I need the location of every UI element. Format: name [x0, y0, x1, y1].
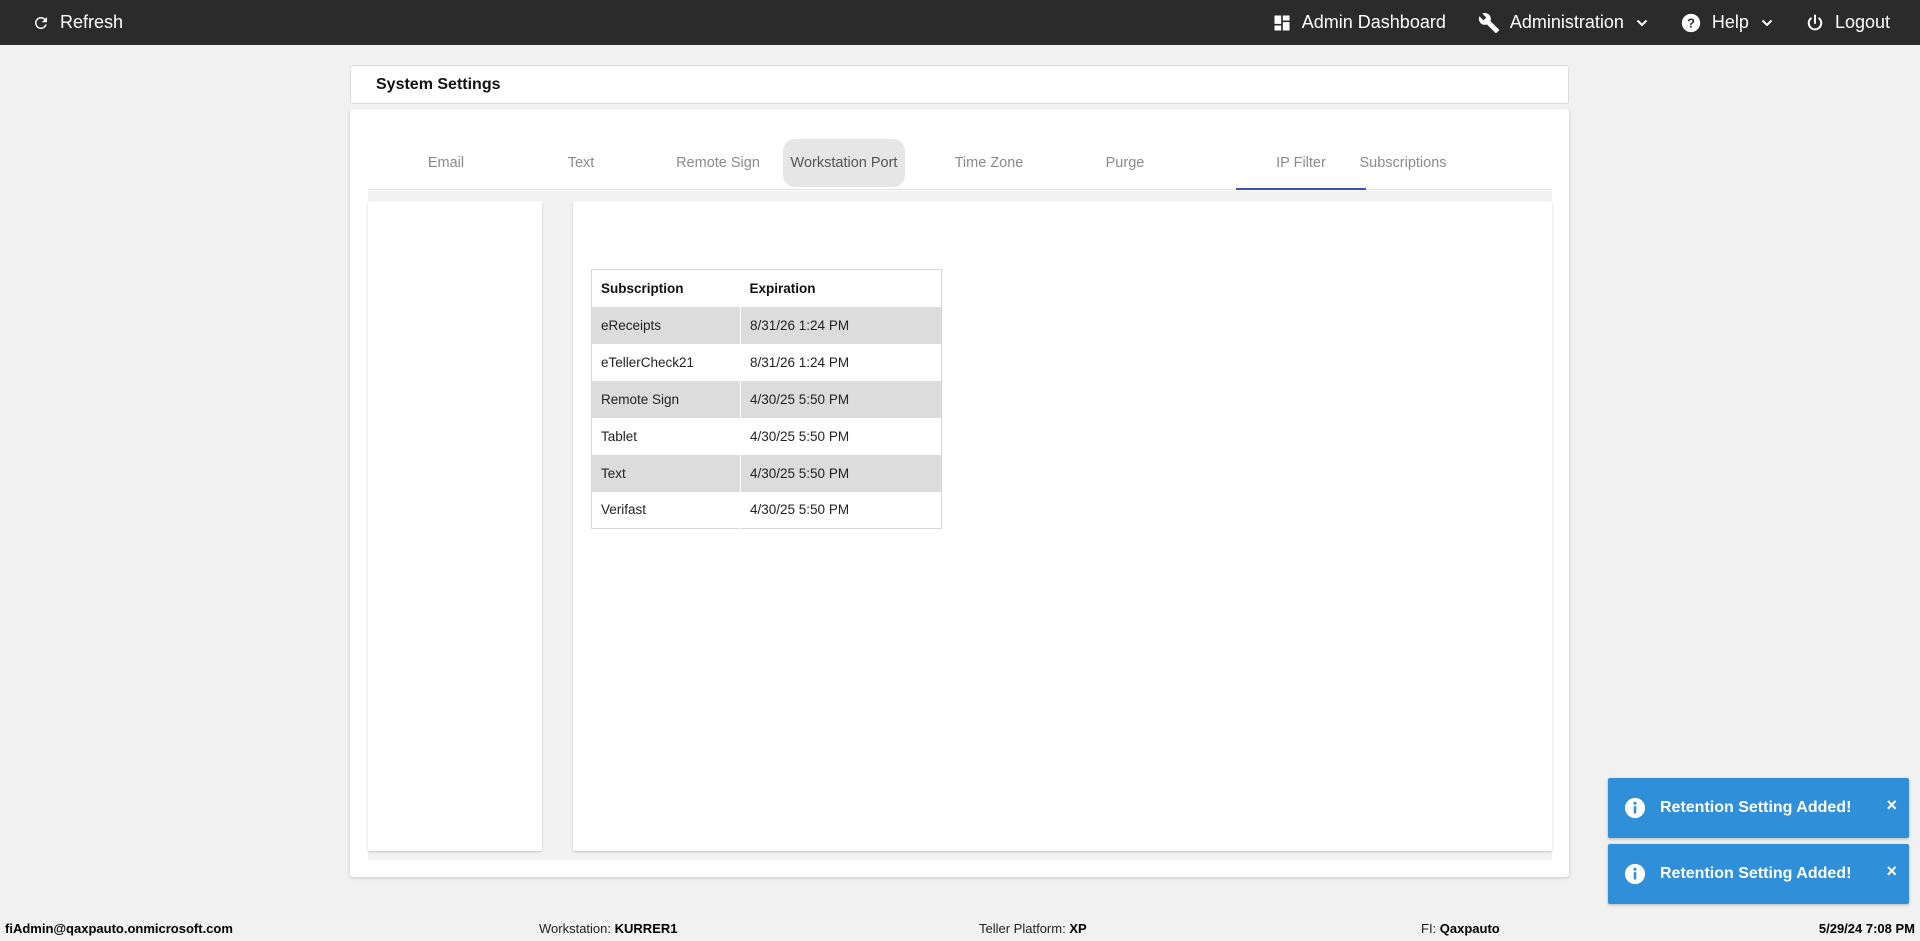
column-header-subscription: Subscription — [591, 269, 741, 307]
administration-menu[interactable]: Administration — [1478, 12, 1648, 34]
table-row: Remote Sign 4/30/25 5:50 PM — [591, 380, 942, 418]
status-fi: FI: Qaxpauto — [1421, 921, 1500, 936]
power-icon — [1807, 14, 1823, 30]
subscription-expiration: 8/31/26 1:24 PM — [740, 306, 942, 344]
tab-label: Purge — [1105, 155, 1145, 171]
logout-label: Logout — [1834, 12, 1890, 32]
table-row: eReceipts 8/31/26 1:24 PM — [591, 306, 942, 344]
table-row: Verifast 4/30/25 5:50 PM — [591, 491, 942, 529]
user-email: fiAdmin@qaxpauto.onmicrosoft.com — [5, 921, 233, 936]
tab-time-zone[interactable]: Time Zone — [929, 139, 1049, 187]
subscriptions-table: Subscription Expiration eReceipts 8/31/2… — [591, 269, 942, 529]
column-header-expiration: Expiration — [740, 269, 942, 307]
tab-workstation-port[interactable]: Workstation Port — [783, 139, 905, 187]
subscription-expiration: 4/30/25 5:50 PM — [740, 454, 942, 492]
page-title-card: System Settings — [350, 65, 1569, 104]
info-icon — [1624, 863, 1646, 885]
toast-notification: Retention Setting Added! × — [1608, 844, 1909, 904]
svg-text:?: ? — [1687, 15, 1695, 30]
side-panel — [368, 201, 542, 851]
help-menu[interactable]: ? Help — [1680, 12, 1773, 34]
page-title: System Settings — [376, 75, 501, 93]
table-row: Tablet 4/30/25 5:50 PM — [591, 417, 942, 455]
fi-label: FI: — [1421, 921, 1437, 936]
subscription-name: Tablet — [591, 417, 741, 455]
subscription-name: eReceipts — [591, 306, 741, 344]
refresh-label: Refresh — [60, 12, 124, 32]
fi-value: Qaxpauto — [1439, 921, 1500, 936]
logout-button[interactable]: Logout — [1805, 12, 1890, 33]
toast-close-button[interactable]: × — [1886, 862, 1897, 880]
tab-label: Time Zone — [954, 155, 1024, 171]
subscription-name: eTellerCheck21 — [591, 343, 741, 381]
tab-content: Subscription Expiration eReceipts 8/31/2… — [368, 191, 1552, 860]
admin-dashboard-link[interactable]: Admin Dashboard — [1272, 12, 1446, 33]
subscription-expiration: 4/30/25 5:50 PM — [740, 380, 942, 418]
admin-dashboard-label: Admin Dashboard — [1301, 12, 1446, 32]
subscription-name: Verifast — [591, 491, 741, 529]
settings-card: Email Text Remote Sign Workstation Port … — [350, 109, 1569, 877]
status-bar: fiAdmin@qaxpauto.onmicrosoft.com Worksta… — [0, 915, 1920, 941]
workstation-value: KURRER1 — [614, 921, 678, 936]
wrench-icon — [1478, 12, 1499, 33]
info-icon — [1624, 797, 1646, 819]
toast-message: Retention Setting Added! — [1660, 799, 1852, 816]
table-row: Text 4/30/25 5:50 PM — [591, 454, 942, 492]
tab-purge[interactable]: Purge — [1065, 139, 1185, 187]
tab-label: Email — [427, 155, 465, 171]
workstation-label: Workstation: — [539, 921, 612, 936]
tab-label: Workstation Port — [790, 155, 898, 171]
tab-email[interactable]: Email — [386, 139, 506, 187]
tab-remote-sign[interactable]: Remote Sign — [658, 139, 778, 187]
chevron-down-icon — [1636, 19, 1648, 26]
subscription-expiration: 8/31/26 1:24 PM — [740, 343, 942, 381]
datetime-value: 5/29/24 7:08 PM — [1818, 921, 1915, 936]
help-icon: ? — [1681, 13, 1701, 32]
settings-tabs: Email Text Remote Sign Workstation Port … — [368, 129, 1552, 190]
status-platform: Teller Platform: XP — [979, 921, 1087, 936]
tab-label: Subscriptions — [1359, 155, 1447, 171]
toast-close-button[interactable]: × — [1886, 796, 1897, 814]
dashboard-icon — [1274, 15, 1290, 30]
tab-text[interactable]: Text — [521, 139, 641, 187]
chevron-down-icon — [1761, 19, 1773, 26]
refresh-button[interactable]: Refresh — [32, 12, 123, 33]
platform-label: Teller Platform: — [979, 921, 1066, 936]
subscription-name: Text — [591, 454, 741, 492]
administration-label: Administration — [1509, 12, 1624, 32]
tab-subscriptions[interactable]: Subscriptions — [1338, 139, 1468, 187]
help-label: Help — [1711, 12, 1749, 32]
tab-label: IP Filter — [1276, 155, 1326, 171]
table-header-row: Subscription Expiration — [591, 269, 942, 307]
status-workstation: Workstation: KURRER1 — [539, 921, 677, 936]
status-datetime: 5/29/24 7:08 PM — [1819, 921, 1915, 936]
table-row: eTellerCheck21 8/31/26 1:24 PM — [591, 343, 942, 381]
tab-label: Text — [567, 155, 595, 171]
toast-notification: Retention Setting Added! × — [1608, 778, 1909, 838]
detail-panel: Subscription Expiration eReceipts 8/31/2… — [573, 201, 1552, 851]
status-user: fiAdmin@qaxpauto.onmicrosoft.com — [5, 921, 233, 936]
subscription-name: Remote Sign — [591, 380, 741, 418]
subscription-expiration: 4/30/25 5:50 PM — [740, 417, 942, 455]
platform-value: XP — [1069, 921, 1087, 936]
subscription-expiration: 4/30/25 5:50 PM — [740, 491, 942, 529]
refresh-icon — [34, 16, 47, 29]
top-navbar: Refresh Admin Dashboard Administration ?… — [0, 0, 1920, 45]
tab-label: Remote Sign — [676, 155, 760, 171]
toast-message: Retention Setting Added! — [1660, 865, 1852, 882]
